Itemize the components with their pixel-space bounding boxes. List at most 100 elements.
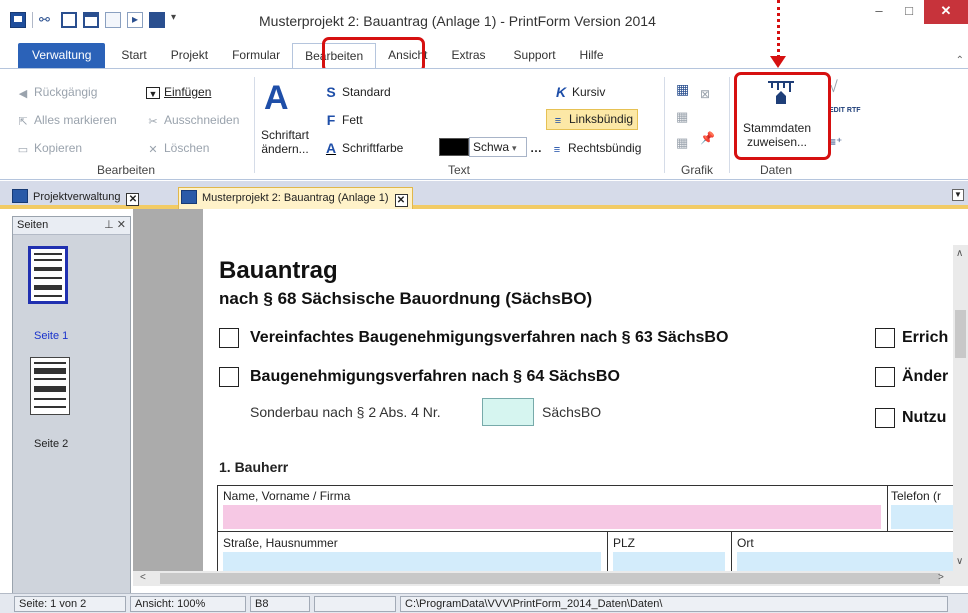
ribbon-collapse-icon[interactable]: ⌃ [956, 55, 964, 66]
select-all-icon: ⇱ [18, 116, 28, 128]
color-swatch[interactable] [439, 138, 469, 156]
quick-access-toolbar: ⚯ ▾ [10, 12, 179, 28]
scroll-up-icon[interactable]: ∧ [956, 248, 963, 259]
copy-icon: ▭ [17, 144, 29, 156]
label-saechsbo: SächsBO [542, 404, 602, 420]
phone-field[interactable] [891, 505, 953, 529]
doc-tab-musterprojekt[interactable]: Musterprojekt 2: Bauantrag (Anlage 1) ✕ [178, 187, 413, 209]
font-change-button[interactable]: Schriftart ändern... [256, 128, 314, 156]
cut-label: Ausschneiden [164, 113, 240, 127]
page-thumbnail-1[interactable] [28, 246, 68, 304]
standard-icon: S [326, 84, 336, 100]
title-bar: ⚯ ▾ Musterprojekt 2: Bauantrag (Anlage 1… [0, 0, 968, 40]
undo-button[interactable]: ◀ Rückgängig [16, 85, 98, 100]
highlight-stammdaten [734, 72, 831, 160]
copy-button[interactable]: ▭ Kopieren [16, 141, 82, 156]
status-zoom[interactable]: Ansicht: 100% [130, 596, 246, 612]
paste-label: Einfügen [164, 85, 212, 99]
scroll-left-icon[interactable]: < [140, 572, 146, 583]
edit-rtf-button[interactable]: EDIT RTF [829, 107, 861, 115]
page-thumbnail-2[interactable] [30, 357, 70, 415]
italic-button[interactable]: K Kursiv [554, 85, 605, 99]
bold-label: Fett [342, 113, 363, 127]
horizontal-scroll-thumb[interactable] [160, 573, 940, 584]
paste-icon: ▼ [146, 87, 160, 99]
name-field[interactable] [223, 505, 881, 529]
paste-button[interactable]: ▼ Einfügen [146, 85, 211, 99]
page-label-1[interactable]: Seite 1 [34, 330, 68, 342]
select-all-button[interactable]: ⇱ Alles markieren [16, 113, 117, 128]
tab-extras[interactable]: Extras [440, 43, 498, 69]
maximize-button[interactable]: □ [894, 0, 924, 24]
status-path: C:\ProgramData\VVV\PrintForm_2014_Daten\… [400, 596, 948, 612]
sonderbau-number-field[interactable] [482, 398, 534, 426]
standard-label: Standard [342, 85, 391, 99]
checkbox-vereinfacht[interactable] [219, 328, 239, 348]
tab-verwaltung[interactable]: Verwaltung [18, 43, 106, 69]
tab-list-dropdown-icon[interactable]: ▼ [952, 189, 964, 201]
cell-divider [887, 485, 888, 531]
group-bearbeiten: ◀ Rückgängig ▼ Einfügen ⇱ Alles markieren ✂… [0, 73, 252, 179]
doc-tab-projektverwaltung[interactable]: Projektverwaltung ✕ [12, 187, 140, 209]
close-button[interactable]: ✕ [924, 0, 968, 24]
document-tabs: Projektverwaltung ✕ Musterprojekt 2: Baua… [0, 181, 968, 209]
group-label-bearbeiten: Bearbeiten [96, 163, 156, 177]
checkbox-aenderung[interactable] [875, 367, 895, 387]
app-icon[interactable] [10, 12, 26, 28]
link-icon[interactable]: ⚯ [39, 12, 55, 28]
checkbox-baugenehmigung[interactable] [219, 367, 239, 387]
insert-image-button[interactable]: ▦ [676, 81, 689, 98]
right-align-button[interactable]: ≡ Rechtsbündig [550, 141, 642, 156]
scroll-down-icon[interactable]: ∨ [956, 556, 963, 567]
window-controls: – □ ✕ [864, 0, 968, 24]
font-color-button[interactable]: A Schriftfarbe [324, 141, 403, 155]
image-button-3[interactable]: ▦ [676, 135, 688, 151]
save-icon[interactable] [61, 12, 77, 28]
close-tab-icon[interactable]: ✕ [394, 194, 408, 207]
color-dropdown[interactable]: Schwa ▾ [469, 137, 527, 157]
color-more-button[interactable]: … [530, 141, 542, 155]
delete-button[interactable]: ✕ Löschen [146, 141, 209, 156]
window-icon[interactable] [149, 12, 165, 28]
select-all-label: Alles markieren [34, 113, 117, 127]
document-icon [12, 189, 28, 203]
customize-dropdown-icon[interactable]: ▾ [171, 12, 179, 28]
separator [32, 12, 33, 28]
checkbox-nutzung[interactable] [875, 408, 895, 428]
print-icon[interactable] [83, 12, 99, 28]
image-button-2[interactable]: ▦ [676, 109, 688, 125]
cut-button[interactable]: ✂ Ausschneiden [146, 113, 239, 128]
pin-button[interactable]: 📌 [700, 131, 715, 145]
delete-icon: ✕ [148, 144, 158, 156]
export-icon[interactable] [127, 12, 143, 28]
table-fields-button[interactable]: ≡⁺ [829, 135, 842, 149]
tab-start[interactable]: Start [109, 43, 158, 69]
tab-formular[interactable]: Formular [220, 43, 292, 69]
status-bar: Seite: 1 von 2 Ansicht: 100% B8 C:\Progr… [0, 593, 968, 613]
app-window: ⚯ ▾ Musterprojekt 2: Bauantrag (Anlage 1… [0, 0, 968, 613]
vertical-scroll-thumb[interactable] [955, 310, 966, 358]
standard-button[interactable]: S Standard [324, 84, 391, 100]
tab-support[interactable]: Support [502, 43, 568, 69]
form-page: Bauantrag nach § 68 Sächsische Bauordnun… [203, 209, 953, 585]
minimize-button[interactable]: – [864, 0, 894, 24]
undo-icon: ◀ [18, 88, 28, 100]
close-tab-icon[interactable]: ✕ [126, 193, 140, 206]
new-document-icon[interactable] [105, 12, 121, 28]
group-text: A Schriftart ändern... S Standard F Fett A… [256, 73, 662, 179]
page-label-2[interactable]: Seite 2 [34, 438, 68, 450]
status-empty [314, 596, 396, 612]
left-align-button[interactable]: ≡ Linksbündig [546, 109, 639, 130]
bold-icon: F [326, 112, 336, 128]
tab-projekt[interactable]: Projekt [159, 43, 220, 69]
scroll-right-icon[interactable]: > [938, 572, 944, 583]
left-align-label: Linksbündig [569, 112, 634, 126]
ribbon-tabs: Verwaltung Start Projekt Formular Bearbe… [0, 41, 968, 69]
tab-hilfe[interactable]: Hilfe [568, 43, 616, 69]
image-frame-button[interactable]: ⊠ [700, 87, 710, 101]
panel-pin-close-icons[interactable]: ⊥ ✕ [104, 217, 126, 233]
bold-button[interactable]: F Fett [324, 113, 363, 127]
checkbox-errichtung[interactable] [875, 328, 895, 348]
vertical-scrollbar[interactable] [953, 245, 968, 586]
label-errichtung: Errich [902, 329, 949, 346]
